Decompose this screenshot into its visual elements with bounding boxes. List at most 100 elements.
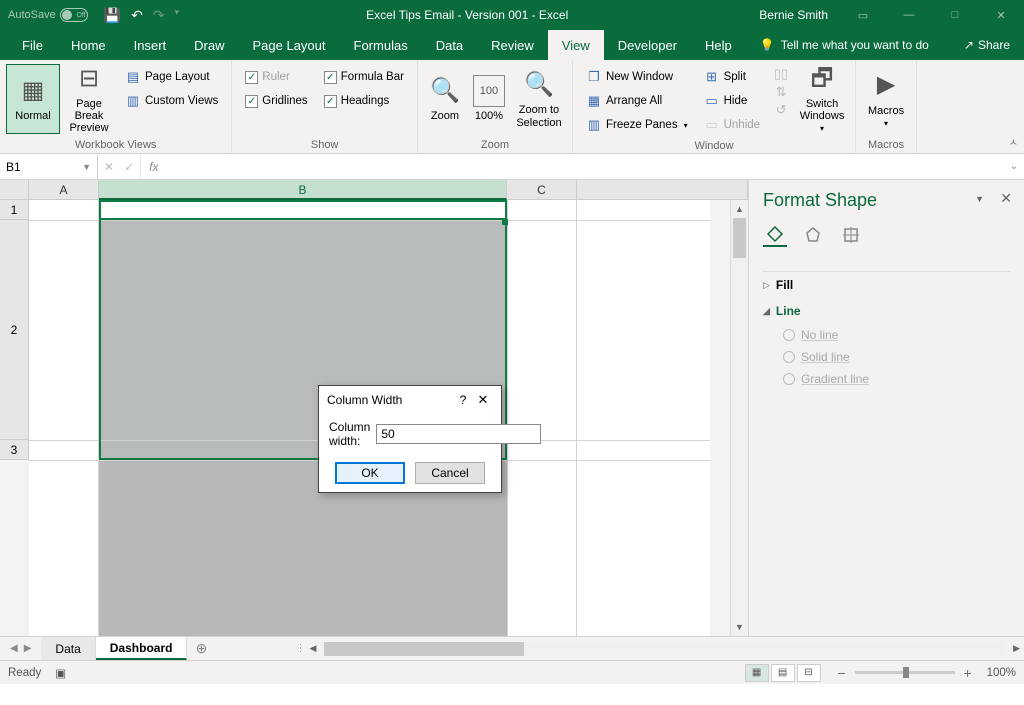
tab-insert[interactable]: Insert — [120, 30, 181, 60]
zoom-selection-button[interactable]: 🔍Zoom to Selection — [512, 64, 566, 134]
page-layout-shortcut[interactable]: ▤ — [771, 664, 795, 682]
save-icon[interactable]: 💾 — [104, 7, 121, 24]
fill-line-tab-icon[interactable] — [763, 223, 787, 247]
tab-help[interactable]: Help — [691, 30, 746, 60]
share-button[interactable]: ↗ Share — [950, 30, 1024, 60]
zoom-out-icon[interactable]: − — [835, 665, 849, 681]
tab-split-handle[interactable]: ⋮ — [295, 643, 305, 654]
scroll-right-icon[interactable]: ▶ — [1009, 643, 1024, 654]
collapse-ribbon-icon[interactable]: ㅅ — [1009, 134, 1018, 149]
switch-windows-button[interactable]: 🗗Switch Windows▾ — [795, 64, 849, 134]
close-pane-icon[interactable]: ✕ — [1000, 190, 1012, 207]
zoom-thumb[interactable] — [903, 667, 909, 678]
arrange-all-button[interactable]: ▦Arrange All — [583, 90, 691, 112]
horizontal-scrollbar[interactable]: ⋮ ◀ ▶ — [295, 637, 1024, 660]
tab-home[interactable]: Home — [57, 30, 120, 60]
sheet-tab-data[interactable]: Data — [41, 637, 95, 660]
column-header-a[interactable]: A — [29, 180, 99, 200]
sync-scroll-icon[interactable]: ⇅ — [773, 84, 789, 100]
effects-tab-icon[interactable] — [801, 223, 825, 247]
close-icon[interactable]: ✕ — [978, 0, 1024, 30]
custom-views-button[interactable]: ▥Custom Views — [122, 90, 221, 112]
split-button[interactable]: ⊞Split — [701, 66, 763, 88]
autosave-switch[interactable]: Off — [60, 8, 88, 22]
chevron-down-icon[interactable]: ▼ — [82, 162, 91, 172]
macro-record-icon[interactable]: ▣ — [55, 666, 66, 680]
zoom-in-icon[interactable]: + — [961, 665, 975, 681]
column-header-b[interactable]: B — [99, 180, 507, 200]
scroll-left-icon[interactable]: ◀ — [305, 643, 320, 654]
select-all-corner[interactable] — [0, 180, 29, 200]
macros-button[interactable]: ▶Macros▾ — [862, 64, 910, 134]
solid-line-radio[interactable]: Solid line — [783, 346, 1010, 368]
tab-file[interactable]: File — [8, 30, 57, 60]
gridlines-checkbox[interactable]: ✓Gridlines — [242, 90, 310, 112]
redo-icon[interactable]: ↷ — [153, 7, 165, 24]
zoom-track[interactable] — [855, 671, 955, 674]
cancel-button[interactable]: Cancel — [415, 462, 485, 484]
scroll-thumb[interactable] — [733, 218, 746, 258]
tab-page-layout[interactable]: Page Layout — [239, 30, 340, 60]
ok-button[interactable]: OK — [335, 462, 405, 484]
tell-me-search[interactable]: 💡 Tell me what you want to do — [746, 30, 943, 60]
tab-formulas[interactable]: Formulas — [340, 30, 422, 60]
reset-window-icon[interactable]: ↺ — [773, 102, 789, 118]
tab-nav-prev-icon[interactable]: ◀ — [10, 643, 18, 654]
headings-checkbox[interactable]: ✓Headings — [321, 90, 407, 112]
dialog-titlebar[interactable]: Column Width ? ✕ — [319, 386, 501, 414]
page-layout-button[interactable]: ▤Page Layout — [122, 66, 221, 88]
row-header-3[interactable]: 3 — [0, 440, 29, 460]
tab-nav-next-icon[interactable]: ▶ — [24, 643, 32, 654]
scroll-up-icon[interactable]: ▲ — [731, 200, 748, 218]
ribbon-display-icon[interactable]: ▭ — [840, 0, 886, 30]
autosave-toggle[interactable]: AutoSave Off — [0, 8, 96, 22]
maximize-icon[interactable]: □ — [932, 0, 978, 30]
gradient-line-radio[interactable]: Gradient line — [783, 368, 1010, 390]
dialog-help-icon[interactable]: ? — [453, 393, 473, 407]
formula-input[interactable] — [166, 154, 1004, 179]
row-header-2[interactable]: 2 — [0, 220, 29, 440]
hide-button[interactable]: ▭Hide — [701, 90, 763, 112]
scroll-down-icon[interactable]: ▼ — [731, 618, 748, 636]
size-tab-icon[interactable] — [839, 223, 863, 247]
column-width-input[interactable] — [376, 424, 541, 444]
new-window-button[interactable]: ❐New Window — [583, 66, 691, 88]
macros-icon: ▶ — [870, 70, 902, 102]
page-break-shortcut[interactable]: ⊟ — [797, 664, 821, 682]
formula-controls: ✕ ✓ — [98, 154, 141, 179]
view-side-by-side-icon[interactable]: ▯▯ — [773, 66, 789, 82]
tab-draw[interactable]: Draw — [180, 30, 238, 60]
scroll-thumb[interactable] — [324, 642, 524, 656]
sheet-tab-dashboard[interactable]: Dashboard — [96, 637, 188, 660]
row-header-1[interactable]: 1 — [0, 200, 29, 220]
fx-icon[interactable]: fx — [141, 154, 166, 179]
freeze-panes-button[interactable]: ▥Freeze Panes▾ — [583, 114, 691, 136]
vertical-scrollbar[interactable]: ▲ ▼ — [730, 200, 748, 636]
pane-options-icon[interactable]: ▼ — [975, 194, 984, 204]
qat-dropdown-icon[interactable]: ▾ — [175, 7, 180, 24]
tab-review[interactable]: Review — [477, 30, 548, 60]
minimize-icon[interactable]: — — [886, 0, 932, 30]
page-break-preview-button[interactable]: ⊟ Page Break Preview — [62, 64, 116, 134]
user-name[interactable]: Bernie Smith — [747, 8, 840, 22]
tab-view[interactable]: View — [548, 30, 604, 60]
normal-view-shortcut[interactable]: ▦ — [745, 664, 769, 682]
line-section[interactable]: ◢Line — [763, 298, 1010, 324]
name-box[interactable]: B1 ▼ — [0, 154, 98, 179]
column-header-c[interactable]: C — [507, 180, 577, 200]
cancel-formula-icon[interactable]: ✕ — [104, 160, 114, 174]
zoom-100-button[interactable]: 100100% — [468, 64, 510, 134]
no-line-radio[interactable]: No line — [783, 324, 1010, 346]
undo-icon[interactable]: ↶ — [131, 7, 143, 24]
normal-view-button[interactable]: ▦ Normal — [6, 64, 60, 134]
dialog-close-icon[interactable]: ✕ — [473, 392, 493, 408]
zoom-button[interactable]: 🔍Zoom — [424, 64, 466, 134]
enter-formula-icon[interactable]: ✓ — [124, 160, 134, 174]
formula-bar-checkbox[interactable]: ✓Formula Bar — [321, 66, 407, 88]
fill-section[interactable]: ▷Fill — [763, 272, 1010, 298]
expand-formula-bar-icon[interactable]: ⌄ — [1004, 154, 1024, 179]
zoom-level[interactable]: 100% — [987, 667, 1016, 679]
tab-data[interactable]: Data — [422, 30, 477, 60]
tab-developer[interactable]: Developer — [604, 30, 691, 60]
add-sheet-icon[interactable]: ⊕ — [187, 637, 215, 660]
